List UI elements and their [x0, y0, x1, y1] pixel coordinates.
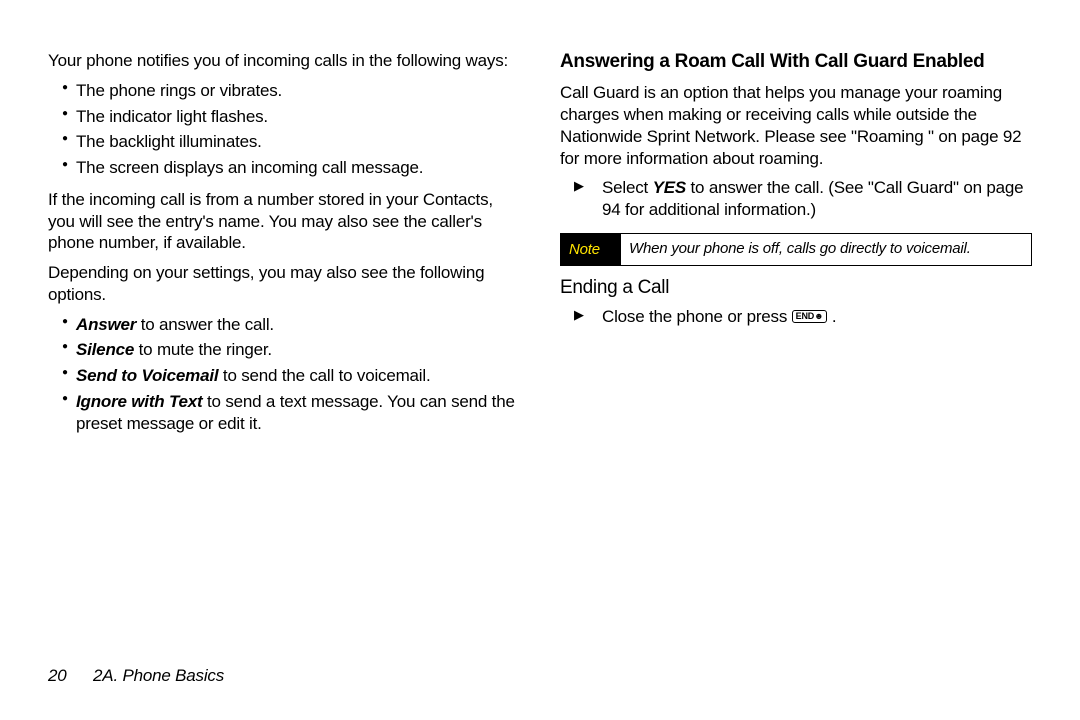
left-column: Your phone notifies you of incoming call… [48, 50, 520, 444]
depending-paragraph: Depending on your settings, you may also… [48, 262, 520, 306]
list-item: The phone rings or vibrates. [62, 80, 520, 102]
right-column: Answering a Roam Call With Call Guard En… [560, 50, 1032, 444]
notify-list: The phone rings or vibrates. The indicat… [48, 80, 520, 179]
list-item: The screen displays an incoming call mes… [62, 157, 520, 179]
list-item: Silence to mute the ringer. [62, 339, 520, 361]
option-desc: to send the call to voicemail. [218, 366, 430, 385]
step-select-yes: Select YES to answer the call. (See "Cal… [574, 177, 1032, 221]
page-footer: 20 2A. Phone Basics [48, 666, 224, 686]
roam-paragraph: Call Guard is an option that helps you m… [560, 82, 1032, 169]
end-key-icon: END☻ [792, 310, 828, 323]
option-name: Send to Voicemail [76, 366, 218, 385]
note-text: When your phone is off, calls go directl… [621, 234, 1031, 265]
options-list: Answer to answer the call. Silence to mu… [48, 314, 520, 435]
yes-label: YES [653, 178, 686, 197]
note-box: Note When your phone is off, calls go di… [560, 233, 1032, 266]
heading-roam-call: Answering a Roam Call With Call Guard En… [560, 50, 1032, 74]
option-desc: to answer the call. [136, 315, 274, 334]
option-name: Ignore with Text [76, 392, 203, 411]
step-text: . [832, 307, 837, 326]
option-desc: to mute the ringer. [134, 340, 272, 359]
step-text: Select [602, 178, 653, 197]
list-item: Ignore with Text to send a text message.… [62, 391, 520, 435]
list-item: The backlight illuminates. [62, 131, 520, 153]
list-item: Answer to answer the call. [62, 314, 520, 336]
list-item: The indicator light flashes. [62, 106, 520, 128]
list-item: Send to Voicemail to send the call to vo… [62, 365, 520, 387]
column-layout: Your phone notifies you of incoming call… [48, 50, 1032, 444]
note-label: Note [561, 234, 621, 265]
page-number: 20 [48, 666, 67, 685]
section-title: 2A. Phone Basics [93, 666, 224, 685]
option-name: Answer [76, 315, 136, 334]
intro-paragraph: Your phone notifies you of incoming call… [48, 50, 520, 72]
option-name: Silence [76, 340, 134, 359]
step-end-call: Close the phone or press END☻ . [574, 306, 1032, 328]
step-text: Close the phone or press [602, 307, 792, 326]
contacts-paragraph: If the incoming call is from a number st… [48, 189, 520, 254]
heading-ending-call: Ending a Call [560, 276, 1032, 300]
manual-page: Your phone notifies you of incoming call… [0, 0, 1080, 720]
